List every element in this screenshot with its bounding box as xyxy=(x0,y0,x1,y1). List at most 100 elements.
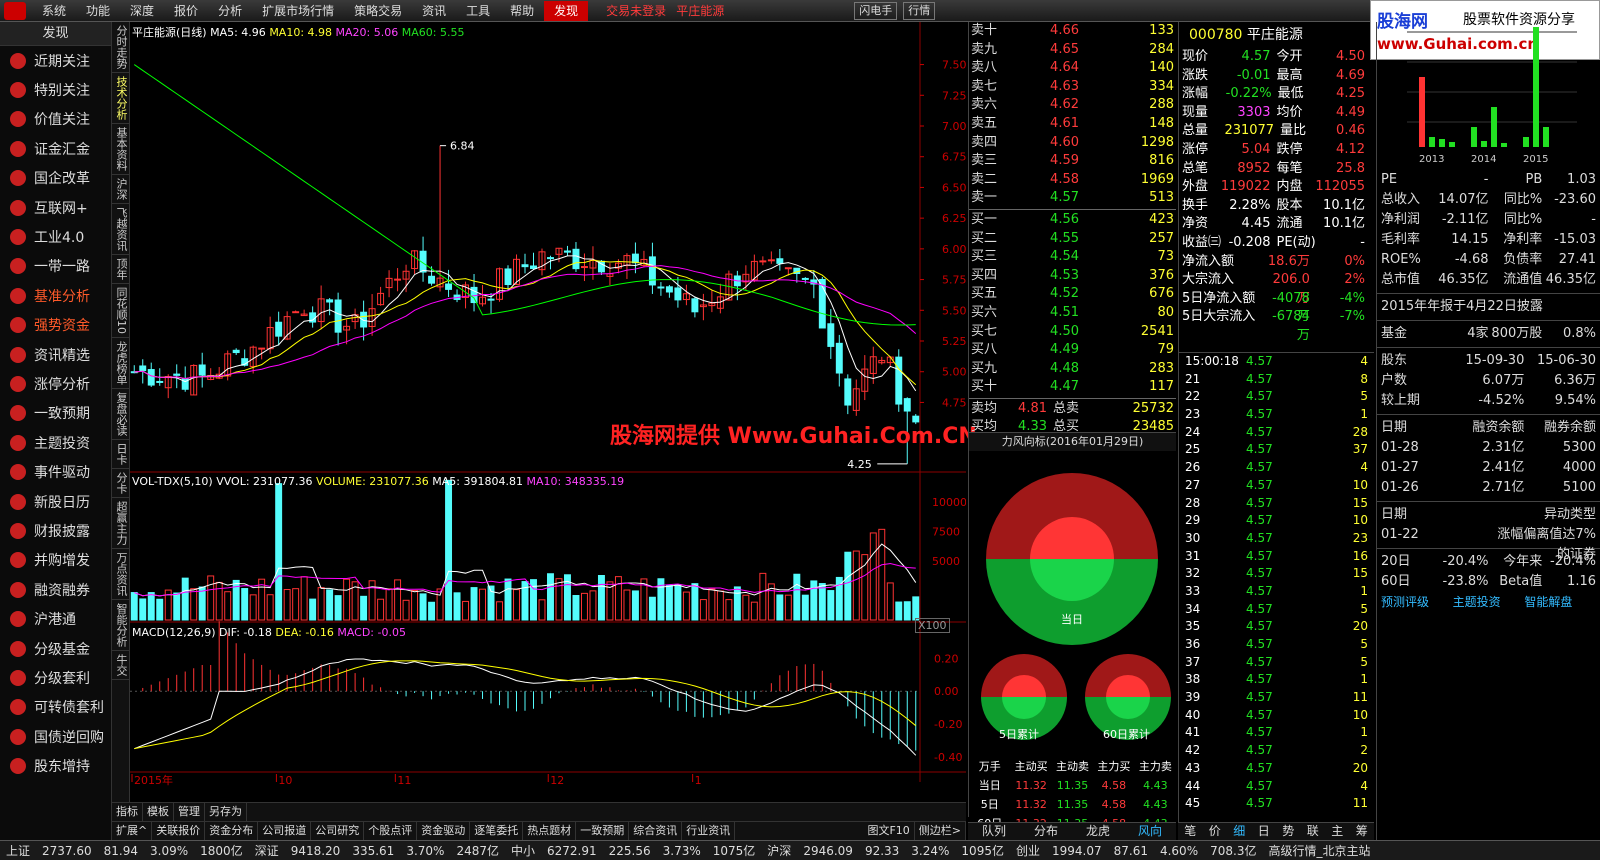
info-tab-1[interactable]: 关联报价 xyxy=(152,822,206,840)
bottom-tab-1[interactable]: 模板 xyxy=(143,803,174,821)
orderbook-row[interactable]: 买五 4.52 676 xyxy=(969,285,1176,304)
sidebar-item-19[interactable]: 沪港通 xyxy=(0,604,111,633)
vtab-5[interactable]: 顶年 xyxy=(112,255,130,284)
fund-tab-1[interactable]: 分布 xyxy=(1020,823,1072,840)
chart-area[interactable]: 7.50 7.25 7.00 6.75 6.50 6.25 6.00 5.75 5.50 5.25… xyxy=(130,22,966,802)
sidebar-item-8[interactable]: 基准分析 xyxy=(0,281,111,310)
tick-tab-0[interactable]: 笔 xyxy=(1178,823,1203,840)
menu-item-9[interactable]: 帮助 xyxy=(500,1,544,21)
bottom-tab-2[interactable]: 管理 xyxy=(174,803,205,821)
info-tab-8[interactable]: 热点题材 xyxy=(523,822,577,840)
sidebar-item-21[interactable]: 分级套利 xyxy=(0,663,111,692)
orderbook-row[interactable]: 买九 4.48 283 xyxy=(969,360,1176,379)
sidebar-item-16[interactable]: 财报披露 xyxy=(0,516,111,545)
orderbook-row[interactable]: 卖二 4.58 1969 xyxy=(969,171,1176,190)
sidebar-item-2[interactable]: 价值关注 xyxy=(0,105,111,134)
sidebar-item-24[interactable]: 股东增持 xyxy=(0,751,111,780)
sidebar-item-23[interactable]: 国债逆回购 xyxy=(0,722,111,751)
orderbook-row[interactable]: 买一 4.56 423 xyxy=(969,211,1176,230)
kline-chart-svg[interactable]: 7.50 7.25 7.00 6.75 6.50 6.25 6.00 5.75 5.50 5.25… xyxy=(130,22,966,802)
vtab-3[interactable]: 沪深 xyxy=(112,175,130,204)
vtab-10[interactable]: 分卡 xyxy=(112,469,130,498)
menu-item-7[interactable]: 资讯 xyxy=(412,1,456,21)
vtab-7[interactable]: 龙虎榜单 xyxy=(112,338,130,389)
sidebar-item-4[interactable]: 国企改革 xyxy=(0,164,111,193)
vtab-9[interactable]: 日卡 xyxy=(112,440,130,469)
orderbook-row[interactable]: 买二 4.55 257 xyxy=(969,230,1176,249)
sidebar-item-20[interactable]: 分级基金 xyxy=(0,634,111,663)
orderbook-row[interactable]: 买三 4.54 73 xyxy=(969,248,1176,267)
orderbook-row[interactable]: 卖三 4.59 816 xyxy=(969,152,1176,171)
sidebar-item-12[interactable]: 一致预期 xyxy=(0,399,111,428)
info-tab-2[interactable]: 资金分布 xyxy=(205,822,259,840)
menu-item-2[interactable]: 深度 xyxy=(120,1,164,21)
orderbook-row[interactable]: 卖十 4.66 133 xyxy=(969,22,1176,41)
orderbook-row[interactable]: 卖六 4.62 288 xyxy=(969,96,1176,115)
bottom-tab-3[interactable]: 另存为 xyxy=(205,803,247,821)
sidebar-item-15[interactable]: 新股日历 xyxy=(0,487,111,516)
info-tab-3[interactable]: 公司报道 xyxy=(258,822,312,840)
menu-item-6[interactable]: 策略交易 xyxy=(344,1,412,21)
info-tab-0[interactable]: 扩展^ xyxy=(112,822,153,840)
sidebar-item-9[interactable]: 强势资金 xyxy=(0,311,111,340)
vtab-12[interactable]: 万点资讯 xyxy=(112,549,130,600)
login-status[interactable]: 交易未登录 xyxy=(606,2,666,19)
fund-tab-3[interactable]: 风向 xyxy=(1124,823,1176,840)
orderbook-row[interactable]: 买十 4.47 117 xyxy=(969,378,1176,397)
menu-item-5[interactable]: 扩展市场行情 xyxy=(252,1,344,21)
f10-link-2[interactable]: 智能解盘 xyxy=(1524,592,1588,612)
info-tab-4[interactable]: 公司研究 xyxy=(311,822,365,840)
tick-tab-6[interactable]: 主 xyxy=(1325,823,1350,840)
vtab-2[interactable]: 基本资料 xyxy=(112,124,130,175)
sidebar-item-17[interactable]: 并购增发 xyxy=(0,546,111,575)
sidebar-item-6[interactable]: 工业4.0 xyxy=(0,222,111,251)
menu-item-8[interactable]: 工具 xyxy=(456,1,500,21)
vtab-13[interactable]: 智能分析 xyxy=(112,600,130,651)
menu-item-10[interactable]: 发现 xyxy=(544,0,589,21)
vtab-8[interactable]: 复盘必读 xyxy=(112,389,130,440)
vtab-4[interactable]: 飞越资讯 xyxy=(112,204,130,255)
sidebar-item-10[interactable]: 资讯精选 xyxy=(0,340,111,369)
info-tab-6[interactable]: 资金驱动 xyxy=(417,822,471,840)
f10-link-1[interactable]: 主题投资 xyxy=(1453,592,1517,612)
vtab-14[interactable]: 牛交 xyxy=(112,651,130,680)
info-tab-7[interactable]: 逐笔委托 xyxy=(470,822,524,840)
tick-tab-7[interactable]: 筹 xyxy=(1350,823,1375,840)
vtab-6[interactable]: 同花顺10 xyxy=(112,284,130,338)
tick-tab-3[interactable]: 日 xyxy=(1252,823,1277,840)
orderbook-row[interactable]: 买八 4.49 79 xyxy=(969,341,1176,360)
menu-item-3[interactable]: 报价 xyxy=(164,1,208,21)
right-tab-0[interactable]: 图文F10 xyxy=(863,822,915,840)
sidebar-item-0[interactable]: 近期关注 xyxy=(0,46,111,75)
orderbook-row[interactable]: 卖七 4.63 334 xyxy=(969,78,1176,97)
orderbook-row[interactable]: 卖五 4.61 148 xyxy=(969,115,1176,134)
sidebar-item-7[interactable]: 一带一路 xyxy=(0,252,111,281)
info-tab-11[interactable]: 行业资讯 xyxy=(682,822,736,840)
sidebar-item-3[interactable]: 证金汇金 xyxy=(0,134,111,163)
sidebar-item-11[interactable]: 涨停分析 xyxy=(0,369,111,398)
sidebar-item-18[interactable]: 融资融券 xyxy=(0,575,111,604)
tick-tab-4[interactable]: 势 xyxy=(1276,823,1301,840)
fund-tab-2[interactable]: 龙虎 xyxy=(1072,823,1124,840)
tick-tab-2[interactable]: 细 xyxy=(1227,823,1252,840)
sidebar-item-13[interactable]: 主题投资 xyxy=(0,428,111,457)
vtab-1[interactable]: 技术分析 xyxy=(112,73,130,124)
sidebar-item-22[interactable]: 可转债套利 xyxy=(0,693,111,722)
tick-tab-5[interactable]: 联 xyxy=(1301,823,1326,840)
info-tab-10[interactable]: 综合资讯 xyxy=(629,822,683,840)
orderbook-row[interactable]: 买七 4.50 2541 xyxy=(969,323,1176,342)
fund-tab-0[interactable]: 队列 xyxy=(968,823,1020,840)
orderbook-row[interactable]: 买六 4.51 80 xyxy=(969,304,1176,323)
quote-button[interactable]: 行情 xyxy=(903,1,936,20)
tick-tab-1[interactable]: 价 xyxy=(1203,823,1228,840)
vtab-0[interactable]: 分时走势 xyxy=(112,22,130,73)
vtab-11[interactable]: 超赢主力 xyxy=(112,498,130,549)
menu-item-4[interactable]: 分析 xyxy=(208,1,252,21)
orderbook-row[interactable]: 卖八 4.64 140 xyxy=(969,59,1176,78)
bottom-tab-0[interactable]: 指标 xyxy=(112,803,143,821)
orderbook-row[interactable]: 卖四 4.60 1298 xyxy=(969,134,1176,153)
menu-item-0[interactable]: 系统 xyxy=(32,1,76,21)
info-tab-9[interactable]: 一致预期 xyxy=(576,822,630,840)
sidebar-item-1[interactable]: 特别关注 xyxy=(0,75,111,104)
f10-link-0[interactable]: 预测评级 xyxy=(1381,592,1445,612)
